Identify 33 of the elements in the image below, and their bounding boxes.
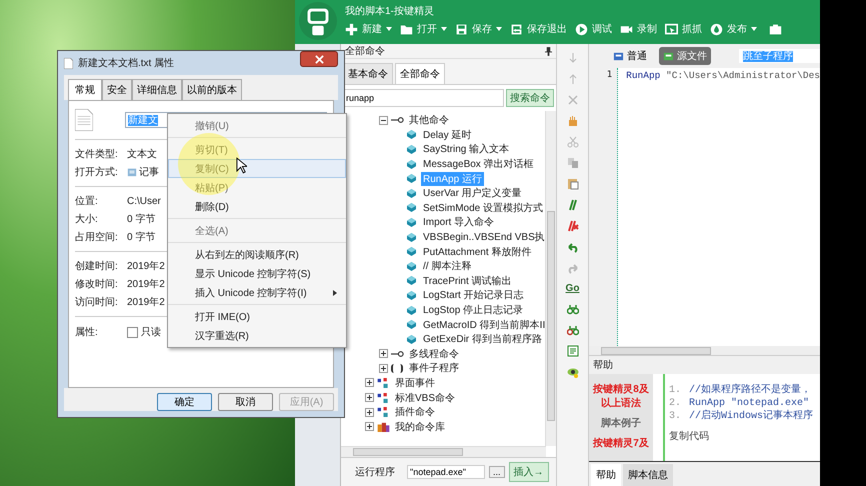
property-value: 2019年2 — [127, 260, 165, 273]
property-value: 0 字节 — [127, 212, 156, 226]
property-label: 属性: — [75, 326, 99, 339]
property-value: 0 字节 — [127, 230, 156, 244]
property-value: 文本文 — [127, 148, 157, 161]
property-label: 文件类型: — [75, 148, 119, 161]
property-label: 占用空间: — [75, 230, 119, 244]
line-number: 3. — [669, 410, 682, 423]
property-label: 大小: — [75, 212, 99, 226]
code-line: //如果程序路径不是变量， — [689, 384, 812, 397]
code-line: //启动Windows记事本程序 — [689, 410, 814, 423]
panel-title: 全部命令 — [345, 44, 385, 58]
line-number: 2. — [669, 397, 682, 410]
checkbox-label: 只读 — [141, 326, 161, 339]
property-value: 2019年2 — [127, 278, 165, 291]
line-number: 1. — [669, 384, 682, 397]
property-label: 创建时间: — [75, 260, 119, 273]
property-label: 位置: — [75, 194, 99, 208]
property-value: 记事 — [139, 166, 159, 179]
property-label: 访问时间: — [75, 296, 119, 309]
property-value: 2019年2 — [127, 296, 165, 309]
window-title: 我的脚本1-按键精灵 — [345, 4, 435, 19]
run-program-label: 运行程序 — [355, 466, 395, 479]
dialog-title: 新建文本文档.txt 属性 — [78, 56, 174, 70]
help-sidebar-text: 按键精灵7及 — [592, 436, 650, 450]
help-sidebar-text: 按键精灵8及以上语法 — [592, 382, 650, 410]
code-line: RunApp "C:\Users\Administrator\Des — [626, 70, 820, 81]
property-label: 修改时间: — [75, 278, 119, 291]
help-sidebar-text: 脚本例子 — [600, 416, 642, 430]
property-label: 打开方式: — [75, 166, 119, 179]
property-value: C:\User — [127, 196, 161, 206]
line-number: 1 — [606, 70, 612, 80]
code-line: RunApp "notepad.exe" — [689, 397, 810, 410]
